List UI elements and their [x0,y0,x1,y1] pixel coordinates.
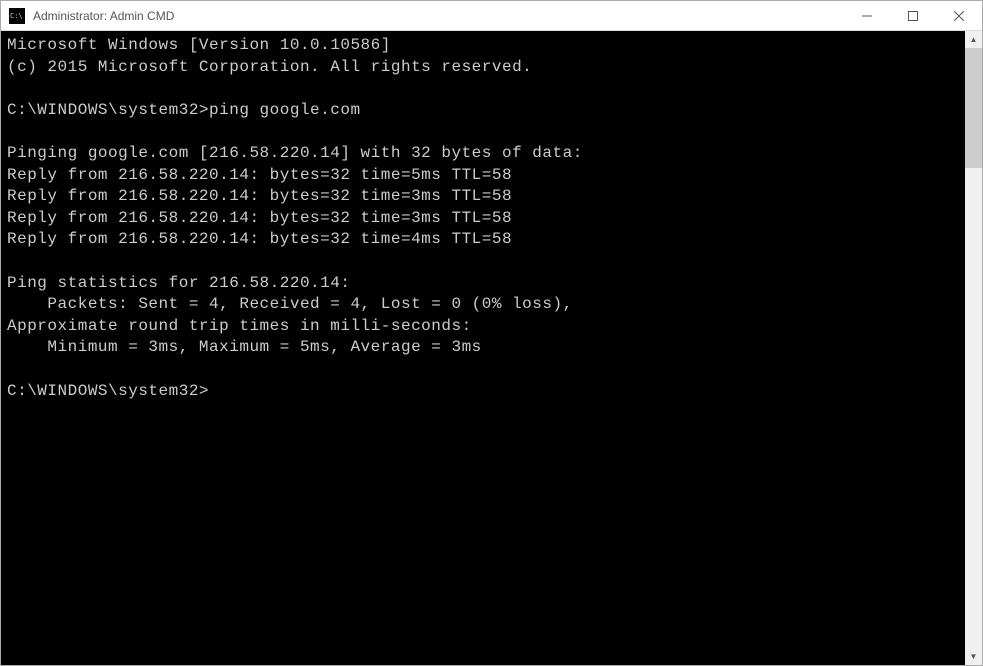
scroll-up-arrow[interactable]: ▲ [965,31,982,48]
maximize-icon [908,11,918,21]
cmd-window: Administrator: Admin CMD Microsoft Windo… [0,0,983,666]
vertical-scrollbar[interactable]: ▲ ▼ [965,31,982,665]
terminal-line: Approximate round trip times in milli-se… [7,316,959,338]
terminal-line: Packets: Sent = 4, Received = 4, Lost = … [7,294,959,316]
window-title: Administrator: Admin CMD [33,9,844,23]
terminal-line [7,251,959,273]
terminal-line [7,78,959,100]
terminal-line: Reply from 216.58.220.14: bytes=32 time=… [7,229,959,251]
terminal-line: Ping statistics for 216.58.220.14: [7,273,959,295]
terminal-line: Microsoft Windows [Version 10.0.10586] [7,35,959,57]
close-icon [954,11,964,21]
terminal-area: Microsoft Windows [Version 10.0.10586](c… [1,31,982,665]
terminal-line: Pinging google.com [216.58.220.14] with … [7,143,959,165]
window-controls [844,1,982,30]
minimize-icon [862,11,872,21]
terminal-line: Minimum = 3ms, Maximum = 5ms, Average = … [7,337,959,359]
scroll-thumb[interactable] [965,48,982,168]
maximize-button[interactable] [890,1,936,30]
terminal-output[interactable]: Microsoft Windows [Version 10.0.10586](c… [1,31,965,665]
titlebar[interactable]: Administrator: Admin CMD [1,1,982,31]
terminal-line [7,359,959,381]
terminal-line: C:\WINDOWS\system32> [7,381,959,403]
terminal-line: (c) 2015 Microsoft Corporation. All righ… [7,57,959,79]
terminal-line: Reply from 216.58.220.14: bytes=32 time=… [7,208,959,230]
terminal-line: Reply from 216.58.220.14: bytes=32 time=… [7,165,959,187]
terminal-line: C:\WINDOWS\system32>ping google.com [7,100,959,122]
terminal-line [7,121,959,143]
terminal-line: Reply from 216.58.220.14: bytes=32 time=… [7,186,959,208]
cmd-icon [9,8,25,24]
close-button[interactable] [936,1,982,30]
minimize-button[interactable] [844,1,890,30]
scroll-down-arrow[interactable]: ▼ [965,648,982,665]
